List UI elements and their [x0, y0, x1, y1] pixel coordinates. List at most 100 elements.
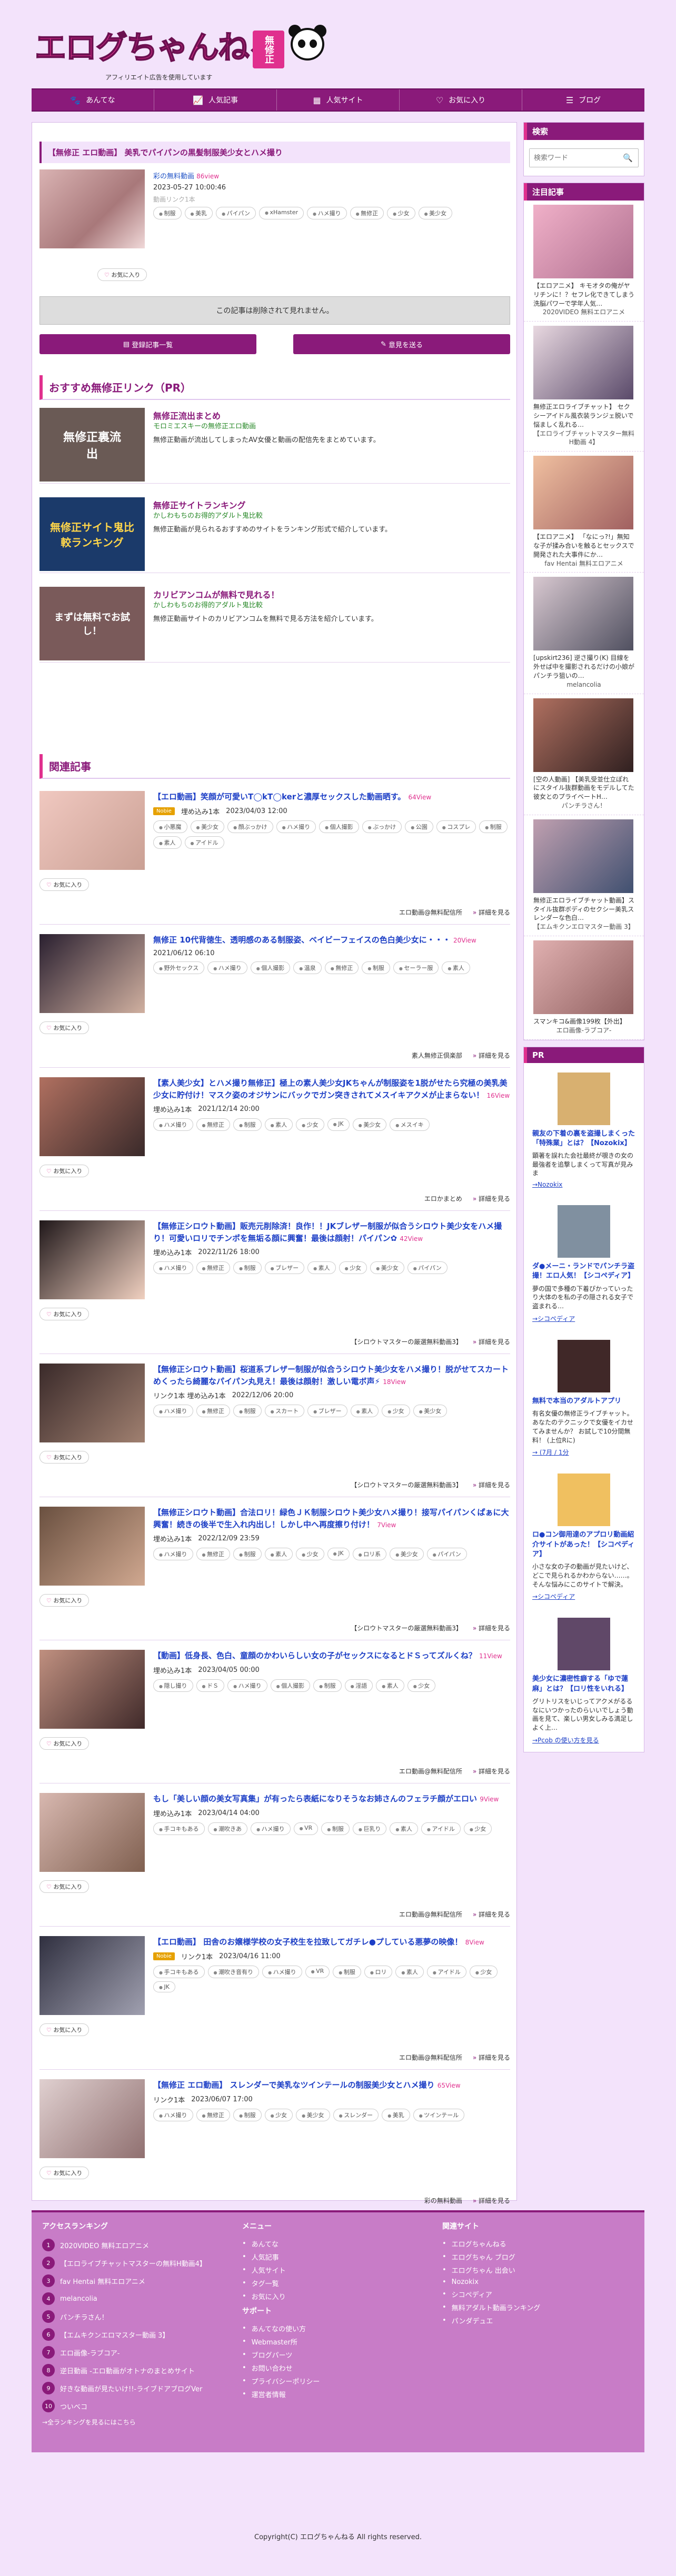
- tag-chip[interactable]: 少女: [387, 207, 415, 219]
- featured-item[interactable]: 【エロアニメ】 「なにっ?!」無知な子が揉み合いを触るとセックスで開発された大事…: [524, 452, 644, 573]
- menu-item[interactable]: 人気サイト: [242, 2265, 400, 2275]
- sidebar-pr-thumbnail[interactable]: [558, 1618, 610, 1671]
- tag-chip[interactable]: 無修正: [196, 1548, 231, 1560]
- tag-chip[interactable]: 少女: [463, 1822, 492, 1835]
- menu-item[interactable]: タグ一覧: [242, 2278, 400, 2288]
- tag-chip[interactable]: 小悪魔: [153, 820, 187, 833]
- tag-chip[interactable]: ハメ撮り: [262, 1965, 302, 1978]
- tag-chip[interactable]: ハメ撮り: [227, 1679, 267, 1692]
- related-source-link[interactable]: 【シロウトマスターの厳選無料動画3】: [351, 1337, 462, 1346]
- tag-chip[interactable]: 潮吹きあ: [207, 1822, 248, 1835]
- tag-chip[interactable]: ぶっかけ: [362, 820, 402, 833]
- tag-chip[interactable]: 制服: [362, 961, 390, 974]
- sidebar-pr-link[interactable]: →Pcob の使い方を見る: [532, 1736, 635, 1745]
- tag-chip[interactable]: 制服: [233, 1261, 262, 1274]
- favorite-button[interactable]: お気に入り: [39, 1021, 90, 1034]
- tag-chip[interactable]: ハメ撮り: [153, 1261, 193, 1274]
- support-item[interactable]: お問い合わせ: [242, 2363, 400, 2373]
- tag-chip[interactable]: 無修正: [196, 2108, 231, 2121]
- access-item[interactable]: 10 ついべコ: [42, 2400, 232, 2412]
- related-more-link[interactable]: 詳細を見る: [473, 2196, 510, 2205]
- tag-chip[interactable]: アイドル: [426, 1965, 466, 1978]
- pr-title[interactable]: 無修正流出まとめ: [153, 409, 221, 422]
- tag-chip[interactable]: ハメ撮り: [251, 1822, 291, 1835]
- favorite-button[interactable]: お気に入り: [39, 1880, 90, 1893]
- sidebar-pr-title[interactable]: 親友の下着の裏を盗撮しまくった「特殊業」とは？【Nozokix】: [532, 1129, 635, 1148]
- access-item[interactable]: 7 エロ画像-ラブコア-: [42, 2346, 232, 2359]
- tag-chip[interactable]: 温泉: [293, 961, 322, 974]
- sidebar-pr-title[interactable]: 無料で本当のアダルトアプリ: [532, 1397, 635, 1406]
- tag-chip[interactable]: ツインテール: [413, 2108, 465, 2121]
- tag-chip[interactable]: ハメ撮り: [207, 961, 247, 974]
- menu-item[interactable]: お気に入り: [242, 2291, 400, 2301]
- favorite-button[interactable]: お気に入り: [39, 878, 90, 891]
- tag-chip[interactable]: 素人: [307, 1261, 336, 1274]
- tag-chip[interactable]: ハメ撮り: [153, 1405, 193, 1417]
- tag-chip[interactable]: ハメ撮り: [276, 820, 316, 833]
- tag-chip[interactable]: 無修正: [196, 1405, 231, 1417]
- links-item[interactable]: 無料アダルト動画ランキング: [442, 2302, 600, 2312]
- related-title[interactable]: 【素人美少女】とハメ撮り無修正】極上の素人美少女JKちゃんが制服姿を1脱がせたら…: [153, 1077, 510, 1101]
- tag-chip[interactable]: パイパン: [407, 1261, 448, 1274]
- tag-chip[interactable]: 制服: [313, 1679, 342, 1692]
- sidebar-pr-title[interactable]: ロ●コン御用達のアプロリ動画紹介サイトがあった！【シコペディア】: [532, 1530, 635, 1559]
- related-more-link[interactable]: 詳細を見る: [473, 1051, 510, 1060]
- related-thumbnail[interactable]: [39, 1507, 145, 1586]
- tag-chip[interactable]: パイパン: [426, 1548, 467, 1560]
- sidebar-pr-thumbnail[interactable]: [558, 1340, 610, 1393]
- favorite-button[interactable]: お気に入り: [97, 268, 147, 281]
- favorite-button[interactable]: お気に入り: [39, 1451, 90, 1464]
- support-item[interactable]: 運営者情報: [242, 2389, 400, 2399]
- related-source-link[interactable]: エロ動画@無料配信所: [399, 2053, 462, 2062]
- featured-item[interactable]: 無修正エロライブチャット】 セクシーアイドル風衣装ランジェ脱いで悩ましく乱れる……: [524, 322, 644, 452]
- related-thumbnail[interactable]: [39, 1936, 145, 2015]
- nav-blog[interactable]: ☰ ブログ: [522, 89, 644, 111]
- tag-chip[interactable]: ロリ: [364, 1965, 393, 1978]
- tag-chip[interactable]: 制服: [333, 1965, 361, 1978]
- tag-chip[interactable]: 潮吹き音有り: [207, 1965, 260, 1978]
- pr-title[interactable]: カリビアンコムが無料で見れる！: [153, 588, 279, 600]
- sidebar-pr-thumbnail[interactable]: [558, 1072, 610, 1125]
- tag-chip[interactable]: アイドル: [184, 836, 224, 849]
- tag-chip[interactable]: VR: [305, 1965, 330, 1978]
- related-title[interactable]: 【エロ動画】 田舎のお嬢様学校の女子校生を拉致してガチレ●プしている悪夢の映像！…: [153, 1936, 510, 1948]
- tag-chip[interactable]: 制服: [321, 1822, 350, 1835]
- access-item[interactable]: 5 パンチラさん！: [42, 2310, 232, 2323]
- related-thumbnail[interactable]: [39, 934, 145, 1013]
- access-item[interactable]: 1 2020VIDEO 無料エロアニメ: [42, 2239, 232, 2251]
- related-source-link[interactable]: 素人無修正倶楽部: [412, 1051, 462, 1060]
- related-thumbnail[interactable]: [39, 1220, 145, 1299]
- links-item[interactable]: エログちゃんねる: [442, 2239, 600, 2249]
- tag-chip[interactable]: コスプレ: [436, 820, 476, 833]
- links-item[interactable]: パンダデュエ: [442, 2316, 600, 2326]
- nav-antenna[interactable]: 🐾 あんてな: [32, 89, 154, 111]
- related-more-link[interactable]: 詳細を見る: [473, 908, 510, 917]
- tag-chip[interactable]: 素人: [395, 1965, 424, 1978]
- tag-chip[interactable]: 制服: [479, 820, 508, 833]
- tag-chip[interactable]: 美少女: [370, 1261, 404, 1274]
- related-more-link[interactable]: 詳細を見る: [473, 2053, 510, 2062]
- related-source-link[interactable]: エロかまとめ: [424, 1194, 462, 1203]
- access-item[interactable]: 8 逆日動画 -エロ動画がオトナのまとめサイト: [42, 2364, 232, 2377]
- tag-chip[interactable]: 無修正: [350, 207, 384, 219]
- related-thumbnail[interactable]: [39, 1364, 145, 1442]
- access-item[interactable]: 3 fav Hentai 無料エロアニメ: [42, 2274, 232, 2287]
- tag-chip[interactable]: 美乳: [382, 2108, 410, 2121]
- sidebar-pr-thumbnail[interactable]: [558, 1205, 610, 1258]
- support-item[interactable]: ブログパーツ: [242, 2350, 400, 2360]
- tag-chip[interactable]: 手コキもある: [153, 1965, 205, 1978]
- tag-chip[interactable]: 美少女: [418, 207, 453, 219]
- featured-item[interactable]: スマンキコ&画像199枚【外出】 エロ画像-ラブコア-: [524, 936, 644, 1040]
- access-item[interactable]: 4 melancolia: [42, 2292, 232, 2305]
- sidebar-pr-thumbnail[interactable]: [558, 1474, 610, 1527]
- pr-item[interactable]: まずは無料でお試し！ カリビアンコムが無料で見れる！ かしわもちのお得的アダルト…: [39, 584, 510, 663]
- site-logo[interactable]: エログちゃんねる: [34, 21, 329, 68]
- related-source-link[interactable]: 【シロウトマスターの厳選無料動画3】: [351, 1623, 462, 1632]
- tag-chip[interactable]: 少女: [382, 1405, 410, 1417]
- featured-item[interactable]: 【エロアニメ】 キモオタの俺がヤリチンに！？セフレ化できてしまう洗脳パワーで学年…: [524, 201, 644, 322]
- related-more-link[interactable]: 詳細を見る: [473, 1337, 510, 1346]
- access-item[interactable]: 9 好きな動画が見たいけ!!-ライブドアブログVer: [42, 2382, 232, 2394]
- tag-chip[interactable]: 巨乳り: [352, 1822, 387, 1835]
- related-thumbnail[interactable]: [39, 1650, 145, 1729]
- links-item[interactable]: エログちゃん 出会い: [442, 2265, 600, 2275]
